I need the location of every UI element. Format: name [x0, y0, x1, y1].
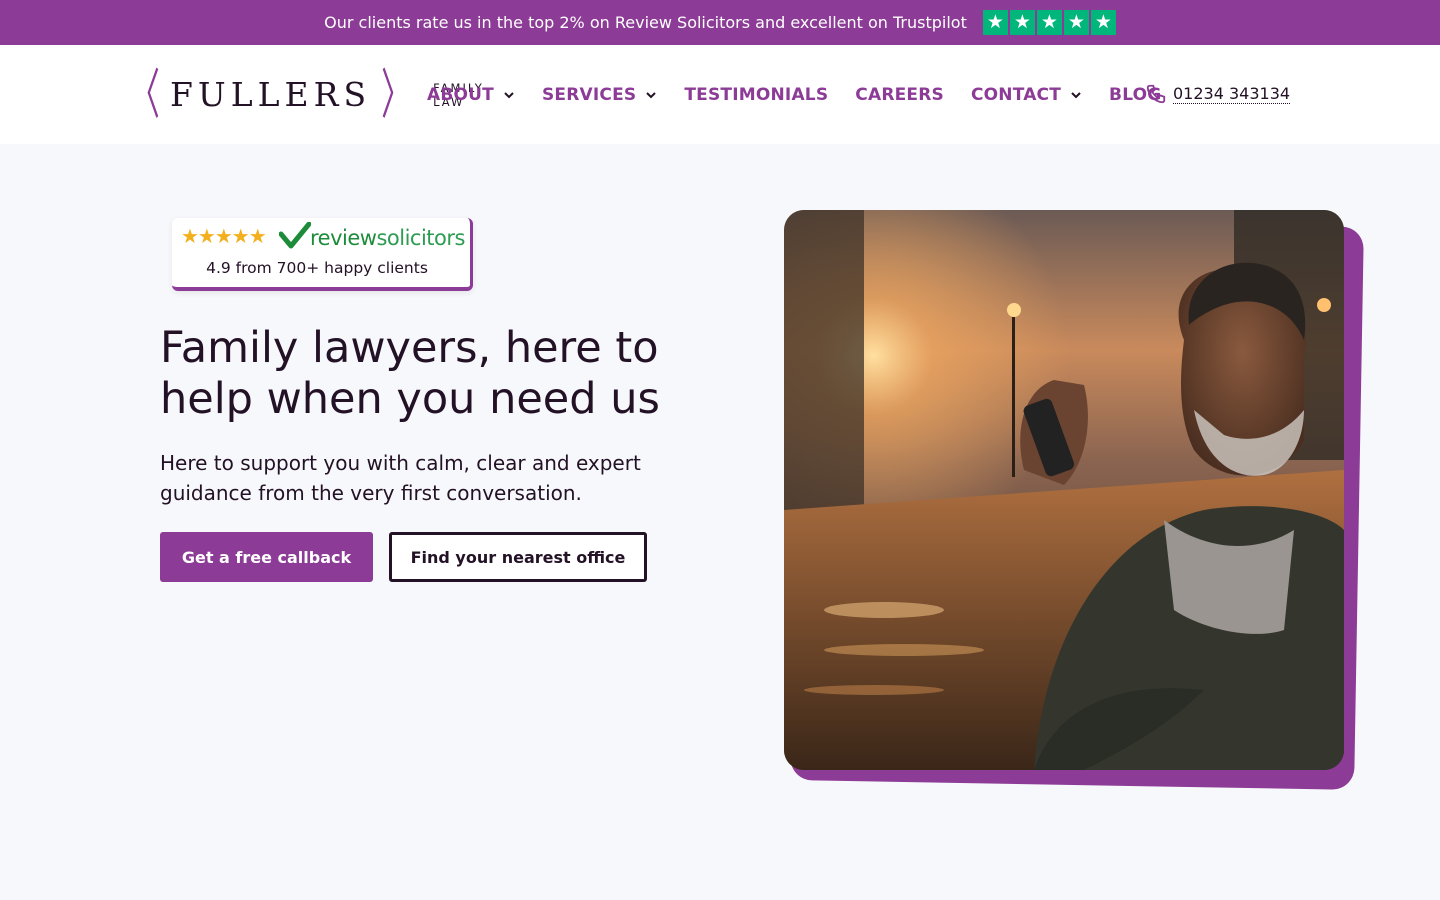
announcement-text: Our clients rate us in the top 2% on Rev…: [324, 13, 967, 32]
trustpilot-star-icon: ★: [1036, 10, 1062, 35]
announcement-bar: Our clients rate us in the top 2% on Rev…: [0, 0, 1440, 45]
nav-label: SERVICES: [541, 84, 637, 105]
nav-services[interactable]: SERVICES: [542, 85, 657, 105]
review-solicitors-logo: reviewsolicitors: [310, 226, 465, 250]
free-callback-button[interactable]: Get a free callback: [160, 532, 373, 582]
header-phone: 01234 343134: [1145, 83, 1291, 105]
logo-right-chevron-icon: 〉: [381, 63, 411, 126]
main-nav: ABOUT SERVICES TESTIMONIALS CAREERS CONT…: [427, 45, 1188, 144]
brand-review: review: [310, 226, 377, 250]
nav-label: ABOUT: [427, 84, 494, 105]
nav-about[interactable]: ABOUT: [427, 85, 515, 105]
hero-image: [784, 210, 1344, 770]
rating-stars: ★★★★★: [181, 224, 267, 248]
logo-wordmark: FULLERS: [170, 75, 372, 114]
trustpilot-star-icon: ★: [1063, 10, 1089, 35]
trustpilot-star-icon: ★: [1090, 10, 1116, 35]
phone-icon: [1146, 84, 1166, 104]
find-office-button[interactable]: Find your nearest office: [389, 532, 647, 582]
nav-careers[interactable]: CAREERS: [855, 85, 944, 105]
nav-label: CONTACT: [970, 84, 1062, 105]
brand-solicitors: solicitors: [376, 226, 465, 250]
phone-number-link[interactable]: 01234 343134: [1173, 84, 1291, 104]
hero-photo-illustration: [784, 210, 1344, 770]
logo-left-chevron-icon: 〈: [130, 63, 160, 126]
trustpilot-star-icon: ★: [982, 10, 1008, 35]
nav-label: CAREERS: [855, 84, 944, 105]
nav-contact[interactable]: CONTACT: [971, 85, 1082, 105]
review-solicitors-badge[interactable]: ★★★★★ reviewsolicitors 4.9 from 700+ hap…: [172, 218, 473, 291]
hero-title: Family lawyers, here to help when you ne…: [160, 323, 660, 424]
nav-testimonials[interactable]: TESTIMONIALS: [684, 85, 828, 105]
trustpilot-star-icon: ★: [1009, 10, 1035, 35]
site-header: 〈 FULLERS 〉 FAMILY LAW ABOUT SERVICES TE…: [0, 45, 1440, 144]
hero-subtitle: Here to support you with calm, clear and…: [160, 451, 641, 505]
chevron-down-icon: [1071, 91, 1081, 98]
nav-label: TESTIMONIALS: [684, 84, 829, 105]
chevron-down-icon: [646, 91, 657, 98]
trustpilot-rating[interactable]: ★ ★ ★ ★ ★: [982, 10, 1116, 35]
checkmark-icon: [279, 222, 311, 249]
chevron-down-icon: [504, 91, 514, 98]
rating-summary: 4.9 from 700+ happy clients: [206, 259, 428, 277]
